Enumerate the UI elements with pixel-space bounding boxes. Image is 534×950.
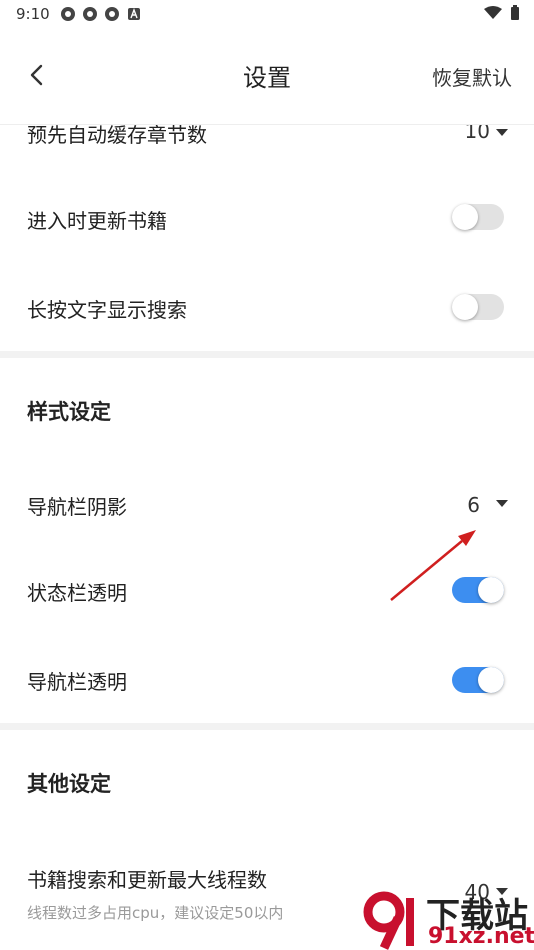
watermark-logo-icon [363,891,414,950]
watermark: 下载站 91xz.net [354,888,534,950]
watermark-url: 91xz.net [428,924,534,949]
annotation-arrow-icon [390,530,476,601]
